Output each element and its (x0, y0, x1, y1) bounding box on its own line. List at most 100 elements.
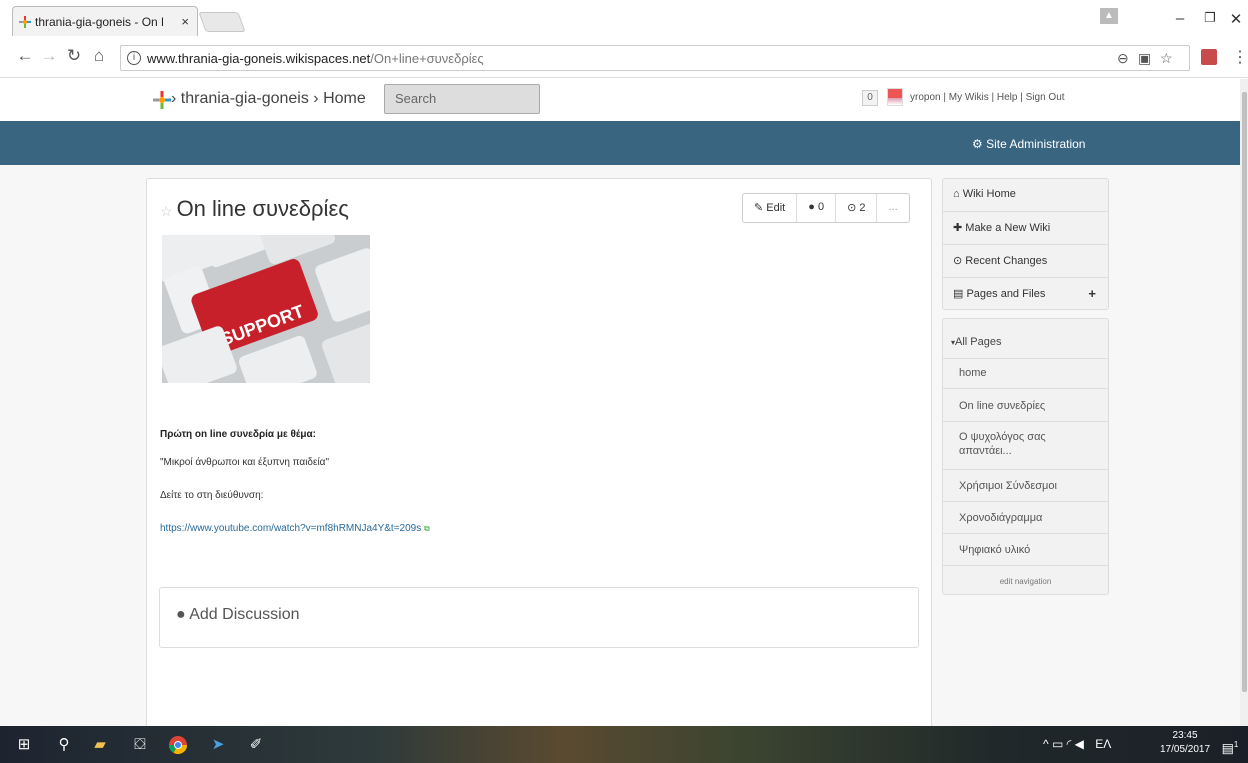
store-icon[interactable]: ⛋ (130, 735, 150, 755)
info-icon[interactable]: i (127, 51, 141, 65)
menu-icon[interactable]: ⋮ (1232, 47, 1248, 67)
youtube-link-text[interactable]: https://www.youtube.com/watch?v=mf8hRMNJ… (160, 523, 421, 534)
site-administration-label: Site Administration (986, 137, 1086, 151)
file-icon: ▤ (953, 288, 967, 300)
wikispaces-favicon-icon (19, 16, 31, 28)
edit-navigation-link[interactable]: edit navigation (943, 567, 1108, 597)
favorite-star-icon[interactable]: ☆ (160, 203, 173, 219)
minimize-icon[interactable]: – (1168, 10, 1192, 27)
chrome-icon[interactable] (168, 735, 188, 755)
gear-icon: ⚙ (972, 137, 987, 151)
paint-icon[interactable]: ✐ (246, 735, 266, 755)
tab-close-icon[interactable]: × (181, 14, 189, 29)
clock-time: 23:45 (1172, 730, 1198, 741)
navigation-panel: ▾All Pages home On line συνεδρίες Ο ψυχο… (942, 318, 1109, 595)
page-title: ☆ On line συνεδρίες (160, 196, 349, 222)
wifi-icon[interactable]: ◜ (1067, 737, 1072, 751)
make-wiki-label: Make a New Wiki (965, 222, 1051, 234)
all-pages-label: All Pages (955, 336, 1002, 348)
pdf-extension-icon[interactable] (1201, 49, 1217, 65)
clock-icon: ⊙ (953, 255, 966, 267)
home-icon[interactable]: ⌂ (88, 46, 110, 66)
all-pages-toggle[interactable]: ▾All Pages (943, 327, 1108, 359)
restore-icon[interactable]: ❐ (1198, 10, 1222, 26)
add-page-icon[interactable]: + (1088, 286, 1096, 301)
forward-icon[interactable]: → (38, 46, 60, 66)
support-keyboard-image: SUPPORT (162, 235, 370, 383)
history-icon: ⊙ (847, 202, 860, 214)
app-icon[interactable]: ➤ (208, 735, 228, 755)
home-icon: ⌂ (953, 188, 963, 200)
sidebar-item-recent-changes[interactable]: ⊙ Recent Changes (943, 245, 1108, 278)
site-administration-button[interactable]: ⚙ Site Administration (972, 137, 1085, 151)
comments-button[interactable]: ● 0 (797, 194, 837, 222)
my-wikis-link[interactable]: My Wikis (949, 92, 989, 103)
breadcrumb[interactable]: › thrania-gia-goneis › Home (171, 90, 366, 108)
clock-date: 17/05/2017 (1160, 744, 1211, 755)
zoom-icon[interactable]: ⊖ (1117, 50, 1129, 67)
profile-icon[interactable]: ▲ (1100, 8, 1118, 24)
pencil-icon: ✎ (754, 202, 767, 214)
edit-label: Edit (766, 202, 786, 214)
clock[interactable]: 23:45 17/05/2017 (1160, 729, 1210, 757)
translate-icon[interactable]: ▣ (1138, 50, 1151, 67)
tab-title: thrania-gia-goneis - On l (35, 14, 164, 29)
wiki-menu-panel: ⌂ Wiki Home ✚ Make a New Wiki ⊙ Recent C… (942, 178, 1109, 310)
url-path: /On+line+συνεδρίες (370, 50, 484, 66)
notification-count[interactable]: 0 (862, 90, 878, 106)
sidebar-item-make-wiki[interactable]: ✚ Make a New Wiki (943, 212, 1108, 245)
new-tab-button[interactable] (198, 12, 246, 32)
nav-item-online-sessions[interactable]: On line συνεδρίες (943, 391, 1108, 422)
nav-item-psychologist[interactable]: Ο ψυχολόγος σας απαντάει... (943, 422, 1108, 470)
avatar[interactable] (887, 88, 903, 106)
wiki-home-label: Wiki Home (962, 188, 1016, 200)
browser-tab[interactable]: thrania-gia-goneis - On l × (12, 6, 198, 36)
nav-item-schedule[interactable]: Χρονοδιάγραμμα (943, 503, 1108, 534)
history-count: 2 (859, 202, 866, 214)
paragraph-quote: "Μικροί άνθρωποι και έξυπνη παιδεία" (160, 457, 330, 468)
comments-count: 0 (817, 201, 825, 213)
sidebar-item-wiki-home[interactable]: ⌂ Wiki Home (943, 179, 1108, 212)
help-link[interactable]: Help (997, 92, 1018, 103)
back-icon[interactable]: ← (14, 46, 36, 66)
sign-out-link[interactable]: Sign Out (1026, 92, 1065, 103)
plus-icon: ✚ (953, 222, 966, 234)
search-input[interactable]: Search (384, 84, 540, 114)
action-center-icon[interactable]: ▤1 (1220, 735, 1240, 755)
comments-icon: ● (808, 201, 818, 213)
wikispaces-logo-icon[interactable] (153, 91, 171, 109)
username-link[interactable]: yropon (910, 92, 941, 103)
page-title-text: On line συνεδρίες (176, 196, 349, 221)
discussion-icon: ● (176, 606, 190, 623)
language-indicator[interactable]: ΕΛ (1095, 737, 1111, 751)
external-link-icon: ⧉ (424, 524, 430, 533)
pages-files-label: Pages and Files (966, 288, 1046, 300)
reload-icon[interactable]: ↻ (63, 46, 85, 66)
scrollbar-thumb[interactable] (1242, 92, 1247, 692)
address-bar[interactable]: i www.thrania-gia-goneis.wikispaces.net /… (120, 45, 1190, 71)
volume-icon[interactable]: ◀ (1075, 737, 1084, 751)
recent-changes-label: Recent Changes (965, 255, 1048, 267)
windows-start-icon[interactable]: ⊞ (14, 735, 34, 755)
add-discussion-button[interactable]: ● Add Discussion (176, 606, 300, 624)
chevron-up-icon[interactable]: ^ (1043, 737, 1049, 751)
page-actions: ✎ Edit ● 0 ⊙ 2 ... (742, 193, 910, 223)
battery-icon[interactable]: ▭ (1052, 737, 1063, 751)
sidebar-item-pages-files[interactable]: ▤ Pages and Files + (943, 278, 1108, 311)
history-button[interactable]: ⊙ 2 (836, 194, 878, 222)
url-host: www.thrania-gia-goneis.wikispaces.net (147, 50, 371, 66)
paragraph-text: Δείτε το στη διεύθυνση: (160, 490, 264, 501)
search-icon[interactable]: ⚲ (54, 735, 74, 755)
paragraph-heading: Πρώτη on line συνεδρία με θέμα: (160, 429, 317, 440)
file-explorer-icon[interactable]: ▰ (90, 735, 110, 755)
youtube-link[interactable]: https://www.youtube.com/watch?v=mf8hRMNJ… (160, 523, 430, 534)
more-button[interactable]: ... (877, 194, 908, 222)
bookmark-star-icon[interactable]: ☆ (1160, 50, 1173, 67)
add-discussion-label: Add Discussion (189, 606, 300, 623)
nav-item-digital-material[interactable]: Ψηφιακό υλικό (943, 535, 1108, 566)
nav-item-useful-links[interactable]: Χρήσιμοι Σύνδεσμοι (943, 471, 1108, 502)
edit-button[interactable]: ✎ Edit (743, 194, 798, 222)
close-window-icon[interactable]: ✕ (1224, 10, 1248, 28)
notification-badge: 1 (1233, 740, 1239, 749)
nav-item-home[interactable]: home (943, 358, 1108, 389)
